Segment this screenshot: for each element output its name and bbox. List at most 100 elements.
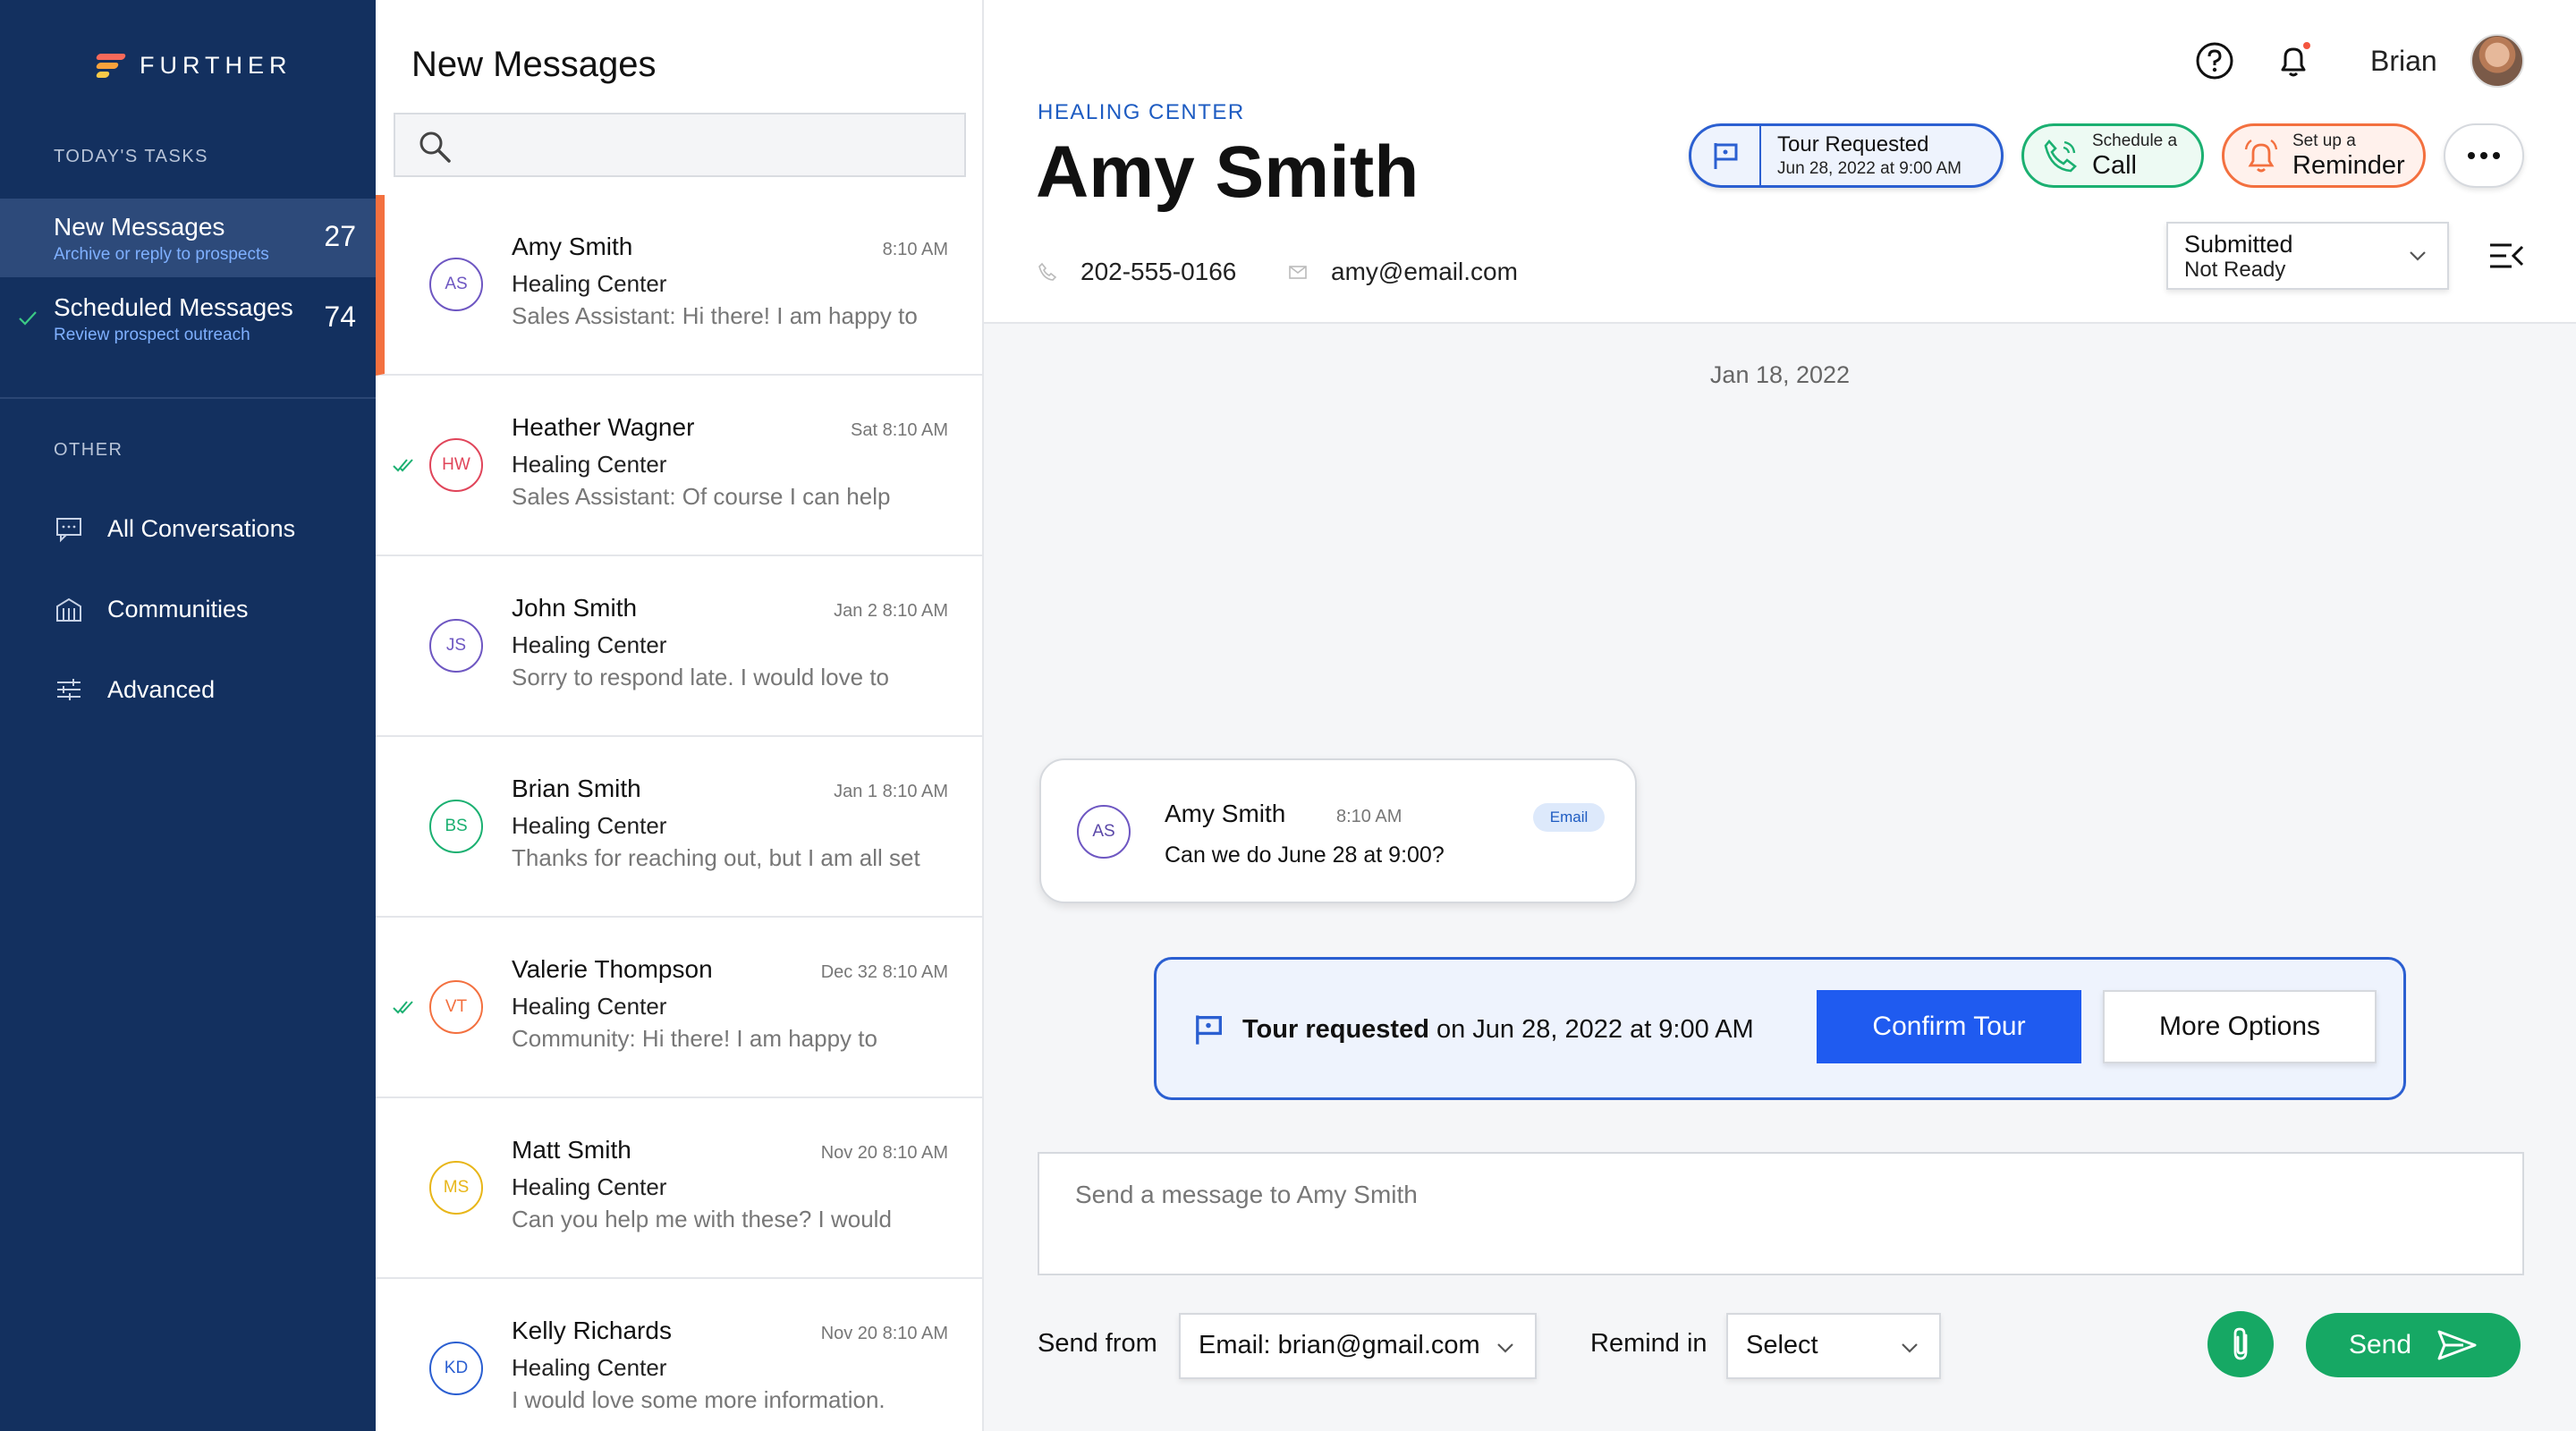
message-input[interactable] — [1039, 1154, 2522, 1274]
set-reminder-button[interactable]: Set up a Reminder — [2222, 123, 2426, 188]
status-line1: Submitted — [2184, 231, 2293, 258]
nav-label: All Conversations — [107, 514, 296, 542]
sidebar-item-communities[interactable]: Communities — [54, 594, 249, 624]
chevron-down-icon — [1497, 1343, 1513, 1353]
message-bubble: AS Amy Smith 8:10 AM Email Can we do Jun… — [1039, 758, 1637, 903]
message-time: Jan 1 8:10 AM — [834, 782, 948, 801]
contact-org: Healing Center — [512, 812, 667, 839]
tour-pill-text: Tour Requested Jun 28, 2022 at 9:00 AM — [1761, 132, 1962, 179]
tour-request-text: Tour requested on Jun 28, 2022 at 9:00 A… — [1242, 1015, 1754, 1045]
message-preview: Thanks for reaching out, but I am all se… — [512, 844, 920, 871]
list-item[interactable]: KD Kelly Richards Nov 20 8:10 AM Healing Ce… — [376, 1279, 982, 1431]
call-pill-small: Schedule a — [2092, 131, 2178, 150]
attach-button[interactable] — [2207, 1311, 2274, 1377]
list-item[interactable]: AS Amy Smith 8:10 AM Healing Center Sales As… — [376, 195, 982, 376]
avatar: HW — [429, 438, 483, 492]
task-new-messages[interactable]: New Messages Archive or reply to prospec… — [0, 199, 376, 277]
more-options-button[interactable]: More Options — [2103, 990, 2377, 1063]
remind-in-label: Remind in — [1590, 1329, 1707, 1358]
task-subtitle: Review prospect outreach — [54, 326, 250, 344]
remind-in-select[interactable]: Select — [1726, 1313, 1941, 1379]
task-count: 74 — [324, 301, 356, 333]
task-scheduled-messages[interactable]: Scheduled Messages Review prospect outre… — [0, 279, 376, 358]
avatar[interactable] — [2470, 34, 2524, 88]
message-composer — [1038, 1152, 2524, 1275]
conversation-pane: Brian HEALING CENTER Amy Smith 202-555-0… — [984, 0, 2576, 1431]
tour-pill-date: Jun 28, 2022 at 9:00 AM — [1777, 159, 1962, 178]
contact-name: Brian Smith — [512, 775, 641, 802]
message-time: Dec 32 8:10 AM — [820, 962, 948, 982]
other-label: OTHER — [54, 440, 123, 460]
confirm-tour-button[interactable]: Confirm Tour — [1817, 990, 2081, 1063]
notification-bell-icon[interactable] — [2274, 41, 2313, 80]
message-preview: I would love some more information. — [512, 1386, 886, 1413]
list-item[interactable]: JS John Smith Jan 2 8:10 AM Healing Center S… — [376, 556, 982, 737]
send-from-select[interactable]: Email: brian@gmail.com — [1179, 1313, 1537, 1379]
task-subtitle: Archive or reply to prospects — [54, 245, 269, 264]
sidebar-item-advanced[interactable]: Advanced — [54, 674, 215, 705]
nav-label: Advanced — [107, 675, 216, 703]
email-address: amy@email.com — [1331, 258, 1518, 285]
chat-icon — [56, 518, 81, 543]
tour-request-card: Tour requested on Jun 28, 2022 at 9:00 A… — [1154, 957, 2406, 1100]
message-text: Can we do June 28 at 9:00? — [1165, 843, 1445, 868]
todays-tasks-label: TODAY'S TASKS — [54, 147, 208, 166]
chevron-down-icon — [2410, 251, 2426, 261]
tour-requested-pill[interactable]: Tour Requested Jun 28, 2022 at 9:00 AM — [1689, 123, 2004, 188]
tour-request-rest: on Jun 28, 2022 at 9:00 AM — [1428, 1015, 1754, 1044]
remind-in-value: Select — [1746, 1331, 1818, 1359]
list-item[interactable]: BS Brian Smith Jan 1 8:10 AM Healing Center… — [376, 737, 982, 918]
task-title: New Messages — [54, 213, 225, 241]
collapse-panel-icon[interactable] — [2488, 240, 2524, 272]
flag-icon-box — [1691, 126, 1761, 185]
reminder-pill-big: Reminder — [2292, 151, 2405, 180]
message-time: Sat 8:10 AM — [851, 420, 948, 440]
search-input[interactable] — [394, 113, 966, 177]
send-button[interactable]: Send — [2306, 1313, 2521, 1377]
contact-phone[interactable]: 202-555-0166 — [1038, 258, 1236, 286]
task-count: 27 — [324, 220, 356, 252]
help-icon[interactable] — [2195, 41, 2234, 80]
list-item[interactable]: MS Matt Smith Nov 20 8:10 AM Healing Center… — [376, 1098, 982, 1279]
ellipsis-icon — [2468, 152, 2475, 159]
nav-label: Communities — [107, 595, 249, 622]
contact-name: Kelly Richards — [512, 1317, 672, 1344]
sidebar-item-all-conversations[interactable]: All Conversations — [54, 513, 295, 544]
message-list: AS Amy Smith 8:10 AM Healing Center Sales As… — [376, 195, 982, 1431]
schedule-call-button[interactable]: Schedule a Call — [2021, 123, 2204, 188]
flag-icon — [1714, 143, 1738, 169]
contact-name: Valerie Thompson — [512, 955, 713, 983]
message-preview: Can you help me with these? I would — [512, 1206, 892, 1232]
status-dropdown[interactable]: Submitted Not Ready — [2166, 222, 2449, 290]
message-list-pane: New Messages AS Amy Smith 8:10 AM Healing C… — [376, 0, 984, 1431]
avatar: BS — [429, 800, 483, 853]
avatar: VT — [429, 980, 483, 1034]
tour-pill-title: Tour Requested — [1777, 132, 1929, 157]
alarm-bell-icon — [2244, 139, 2278, 173]
list-item[interactable]: HW Heather Wagner Sat 8:10 AM Healing Cente… — [376, 376, 982, 556]
contact-email[interactable]: amy@email.com — [1288, 258, 1518, 286]
contact-org: Healing Center — [512, 1354, 667, 1381]
avatar: JS — [429, 619, 483, 673]
chevron-down-icon — [1902, 1343, 1918, 1353]
flag-icon — [1196, 1015, 1222, 1045]
contact-org: HEALING CENTER — [1038, 100, 1245, 124]
list-item[interactable]: VT Valerie Thompson Dec 32 8:10 AM Healing … — [376, 918, 982, 1098]
contact-org: Healing Center — [512, 993, 667, 1020]
list-title: New Messages — [411, 45, 657, 84]
avatar: AS — [429, 258, 483, 311]
phone-call-icon — [2044, 139, 2077, 173]
call-pill-text: Schedule a Call — [2092, 132, 2177, 179]
message-time: 8:10 AM — [882, 240, 948, 259]
user-name[interactable]: Brian — [2370, 45, 2437, 78]
message-time: Jan 2 8:10 AM — [834, 601, 948, 621]
page-title: Amy Smith — [1036, 131, 1419, 213]
more-actions-button[interactable] — [2444, 123, 2524, 188]
brand-logo[interactable]: FURTHER — [95, 52, 292, 80]
ellipsis-icon — [2480, 152, 2487, 159]
message-time: Nov 20 8:10 AM — [820, 1324, 948, 1343]
avatar: AS — [1077, 805, 1131, 859]
message-preview: Sales Assistant: Of course I can help — [512, 483, 891, 510]
call-pill-big: Call — [2092, 151, 2137, 180]
avatar: MS — [429, 1161, 483, 1215]
